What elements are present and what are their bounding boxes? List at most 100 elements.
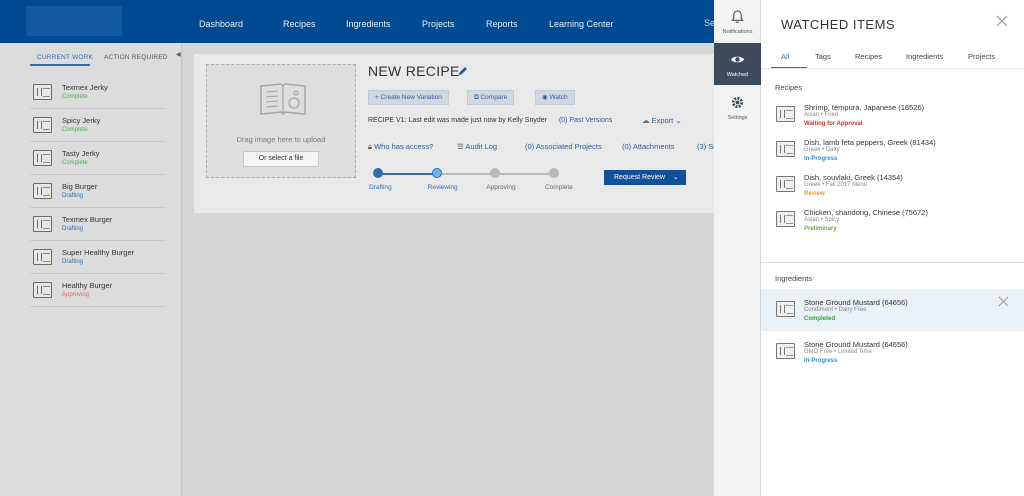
tab-projects[interactable]: Projects (968, 52, 995, 61)
recipe-book-icon (260, 83, 306, 116)
item-tags: Greek • Fall 2017 Menu (804, 181, 868, 188)
recipe-icon (33, 282, 52, 298)
rail-notifications[interactable]: Notifications (714, 0, 761, 42)
nav-learning-center[interactable]: Learning Center (549, 19, 614, 29)
list-item[interactable]: Healthy Burger Approving (30, 274, 166, 307)
list-item-status: Approving (62, 292, 90, 298)
step-label: Complete (545, 184, 573, 191)
watched-item[interactable]: Stone Ground Mustard (64656) GMO Free • L… (761, 331, 1024, 373)
past-versions-link[interactable]: (0) Past Versions (559, 117, 612, 124)
close-icon[interactable] (995, 14, 1009, 28)
watch-label: Watch (549, 94, 568, 101)
watched-items-panel: WATCHED ITEMS All Tags Recipes Ingredien… (761, 0, 1024, 496)
list-item-name: Texmex Jerky (62, 83, 108, 92)
close-icon[interactable] (998, 296, 1009, 307)
rail-watched[interactable]: Watched (714, 43, 761, 85)
item-icon (776, 105, 795, 122)
nav-ingredients[interactable]: Ingredients (346, 19, 391, 29)
workflow-progress-fill (378, 173, 437, 175)
item-name: Dish, souvlaki, Greek (14354) (804, 172, 903, 182)
watched-item[interactable]: Chicken, shandong, Chinese (75672) Asian … (761, 202, 1024, 237)
tab-current-work[interactable]: CURRENT WORK (37, 54, 93, 61)
watched-item[interactable]: Shrimp, tempura, Japanese (16526) Asian •… (761, 97, 1024, 132)
item-icon (776, 301, 795, 317)
create-variation-label: + Create New Variation (375, 94, 442, 101)
recipe-title: NEW RECIPE (368, 63, 460, 79)
watched-item[interactable]: Dish, souvlaki, Greek (14354) Greek • Fal… (761, 167, 1024, 202)
item-tags: Asian • Fried (804, 111, 839, 118)
current-work-list: Texmex Jerky Complete Spicy Jerky Complete T… (30, 76, 166, 307)
tab-ingredients[interactable]: Ingredients (906, 52, 943, 61)
list-item-name: Healthy Burger (62, 281, 113, 290)
list-item-status: Complete (62, 127, 88, 133)
list-item[interactable]: Big Burger Drafting (30, 175, 166, 208)
item-status: Review (804, 190, 825, 197)
cloud-download-icon: ☁ (642, 116, 650, 125)
who-has-access-link[interactable]: 🔒︎ Who has access? (368, 142, 433, 152)
list-item[interactable]: Tasty Jerky Complete (30, 142, 166, 175)
chevron-down-icon: ⌄ (672, 174, 679, 181)
list-item-status: Complete (62, 160, 88, 166)
tab-recipes[interactable]: Recipes (855, 52, 882, 61)
recipe-icon (33, 117, 52, 133)
image-dropzone[interactable]: Drag image here to upload Or select a fi… (206, 64, 356, 178)
watch-button[interactable]: ◉ Watch (535, 90, 575, 105)
logo[interactable] (26, 6, 122, 36)
list-item-name: Texmex Burger (62, 215, 113, 224)
section-divider (761, 262, 1024, 263)
list-item[interactable]: Texmex Burger Drafting (30, 208, 166, 241)
item-status: Waiting for Approval (804, 120, 863, 127)
panel-title: WATCHED ITEMS (781, 17, 896, 32)
request-review-button[interactable]: Request Review ⌄ (604, 170, 686, 185)
active-tab-indicator (30, 64, 90, 66)
nav-recipes[interactable]: Recipes (283, 19, 316, 29)
item-status: In-Progress (804, 155, 838, 162)
item-name: Stone Ground Mustard (64656) (804, 340, 908, 349)
nav-projects[interactable]: Projects (422, 19, 455, 29)
audit-log-link[interactable]: ☰ Audit Log (457, 142, 497, 151)
icon-rail: Notifications Watched Settings (714, 0, 761, 496)
tab-action-required[interactable]: ACTION REQUIRED (104, 54, 168, 61)
eye-icon: ◉ (542, 94, 548, 101)
lock-icon: 🔒︎ (368, 142, 372, 151)
list-item-name: Super Healthy Burger (62, 248, 135, 257)
step-label: Reviewing (427, 184, 458, 191)
item-tags: Greek • Dairy (804, 146, 840, 153)
export-button[interactable]: ☁ Export ⌄ (642, 116, 682, 125)
list-item-status: Drafting (62, 193, 84, 199)
recipe-version-info: RECIPE V1: Last edit was made just now b… (368, 117, 612, 124)
item-name: Stone Ground Mustard (64656) (804, 298, 908, 307)
compare-button[interactable]: ⧉ Compare (467, 90, 515, 105)
nav-dashboard[interactable]: Dashboard (199, 19, 243, 29)
rail-settings[interactable]: Settings (714, 86, 761, 128)
rail-settings-label: Settings (727, 115, 748, 121)
select-file-button[interactable]: Or select a file (243, 151, 319, 167)
ingredients-section-heading: Ingredients (775, 274, 813, 283)
tab-all[interactable]: All (781, 52, 789, 61)
attachments-link[interactable]: (0) Attachments (622, 142, 675, 151)
bell-icon (731, 10, 744, 23)
watched-item[interactable]: Stone Ground Mustard (64656) Condiment • … (761, 289, 1024, 331)
request-review-label: Request Review (614, 174, 665, 181)
eye-icon (730, 56, 745, 63)
more-actions-link[interactable]: (3) Si (697, 142, 714, 151)
create-variation-button[interactable]: + Create New Variation (368, 90, 449, 105)
drag-upload-text: Drag image here to upload (236, 135, 326, 144)
list-item-status: Complete (62, 94, 88, 100)
collapse-sidebar-icon[interactable]: ◀ (176, 51, 181, 58)
export-label: Export (651, 116, 674, 125)
list-item[interactable]: Super Healthy Burger Drafting (30, 241, 166, 274)
list-item[interactable]: Texmex Jerky Complete (30, 76, 166, 109)
associated-projects-link[interactable]: (0) Associated Projects (525, 142, 602, 151)
watched-item[interactable]: Dish, lamb feta peppers, Greek (81434) Gr… (761, 132, 1024, 167)
item-name: Shrimp, tempura, Japanese (16526) (804, 102, 925, 112)
step-dot (549, 168, 559, 178)
pencil-icon[interactable] (457, 65, 469, 77)
tab-tags[interactable]: Tags (815, 52, 831, 61)
item-icon (776, 210, 795, 227)
list-item-name: Big Burger (62, 182, 98, 191)
item-icon (776, 140, 795, 157)
list-item[interactable]: Spicy Jerky Complete (30, 109, 166, 142)
nav-reports[interactable]: Reports (486, 19, 518, 29)
list-icon: ☰ (457, 142, 464, 151)
